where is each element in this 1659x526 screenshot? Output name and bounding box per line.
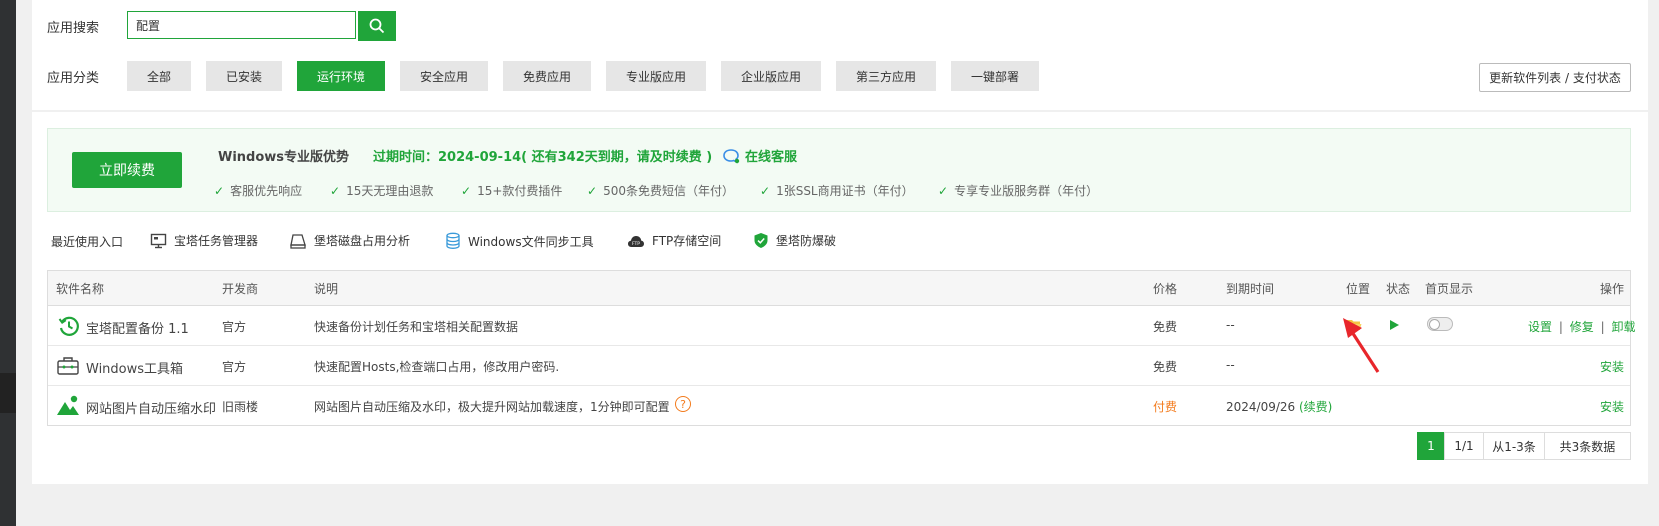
image-mountain-icon [57, 395, 79, 415]
check-icon: ✓ [461, 183, 472, 198]
header-home-display: 首页显示 [1425, 282, 1474, 296]
plugin-price: 免费 [1153, 320, 1178, 334]
search-input[interactable] [128, 12, 354, 38]
plugin-table: 软件名称 开发商 说明 价格 到期时间 位置 状态 首页显示 操作 宝塔配置备份… [47, 270, 1635, 426]
page-current[interactable]: 1 [1417, 432, 1445, 460]
ftp-cloud-icon: FTP [628, 235, 644, 247]
toggle-knob [1429, 319, 1440, 330]
check-icon: ✓ [760, 183, 771, 198]
recent-anti-brute[interactable]: 堡塔防爆破 [753, 232, 836, 249]
header-status: 状态 [1386, 282, 1411, 296]
shield-icon [754, 233, 768, 248]
promo-expire: 过期时间：2024-09-14( 还有342天到期，请及时续费 ) [373, 150, 713, 165]
expire-date: 2024/09/26 [1226, 400, 1296, 414]
check-icon: ✓ [587, 183, 598, 198]
search-field[interactable] [127, 11, 356, 39]
promo-title: Windows专业版优势 [218, 150, 350, 165]
plugin-desc: 快速备份计划任务和宝塔相关配置数据 [314, 320, 519, 334]
play-icon[interactable] [1388, 319, 1400, 331]
plugin-price: 免费 [1153, 360, 1178, 374]
action-separator: | [1558, 320, 1563, 334]
check-icon: ✓ [938, 183, 949, 198]
category-installed[interactable]: 已安装 [206, 61, 282, 91]
recent-file-sync[interactable]: Windows文件同步工具 [445, 232, 594, 250]
category-pro[interactable]: 专业版应用 [606, 61, 706, 91]
plugin-name[interactable]: 网站图片自动压缩水印 [86, 398, 216, 417]
monitor-icon [150, 233, 167, 248]
database-icon [446, 232, 460, 249]
plugin-vendor: 官方 [222, 320, 247, 334]
category-third-party[interactable]: 第三方应用 [836, 61, 936, 91]
help-icon[interactable]: ? [675, 396, 691, 412]
page-count: 1/1 [1444, 432, 1484, 460]
home-display-toggle[interactable] [1427, 317, 1453, 331]
recent-ftp-storage[interactable]: FTP FTP存储空间 [627, 232, 721, 249]
table-row: 网站图片自动压缩水印 旧雨楼 网站图片自动压缩及水印，极大提升网站加载速度，1分… [48, 386, 1630, 425]
plugin-vendor: 旧雨楼 [222, 400, 259, 414]
header-ops: 操作 [1600, 282, 1625, 296]
plugin-desc: 快速配置Hosts,检查端口占用，修改用户密码. [314, 360, 560, 374]
svg-text:FTP: FTP [632, 241, 640, 247]
backup-clock-icon [58, 316, 79, 336]
install-link[interactable]: 安装 [1600, 358, 1624, 375]
online-service-label: 在线客服 [745, 150, 798, 165]
check-icon: ✓ [330, 183, 341, 198]
recent-label: 最近使用入口 [51, 235, 124, 249]
update-list-button[interactable]: 更新软件列表 / 支付状态 [1479, 63, 1631, 92]
sidebar-strip [0, 0, 16, 526]
category-security[interactable]: 安全应用 [400, 61, 488, 91]
recent-task-manager[interactable]: 宝塔任务管理器 [150, 232, 258, 249]
promo-feature: ✓ 专享专业版服务群（年付） [938, 183, 1099, 199]
plugin-expire: -- [1226, 358, 1235, 372]
renew-link[interactable]: (续费) [1299, 400, 1332, 414]
plugin-name[interactable]: 宝塔配置备份 1.1 [86, 318, 189, 337]
plugin-vendor: 官方 [222, 360, 247, 374]
chat-icon [723, 148, 740, 164]
settings-link[interactable]: 设置 [1528, 320, 1552, 334]
plugin-name[interactable]: Windows工具箱 [86, 358, 183, 377]
header-desc: 说明 [314, 282, 339, 296]
category-runtime[interactable]: 运行环境 [297, 61, 385, 91]
plugin-expire: 2024/09/26 (续费) [1226, 398, 1332, 415]
table-header: 软件名称 开发商 说明 价格 到期时间 位置 状态 首页显示 操作 [48, 271, 1630, 306]
action-separator: | [1600, 320, 1605, 334]
table-row: 宝塔配置备份 1.1 官方 快速备份计划任务和宝塔相关配置数据 免费 -- 设置… [48, 306, 1635, 346]
search-icon [369, 18, 385, 34]
plugin-desc: 网站图片自动压缩及水印，极大提升网站加载速度，1分钟即可配置 [314, 400, 670, 414]
recent-disk-analysis[interactable]: 堡塔磁盘占用分析 [290, 232, 410, 249]
check-icon: ✓ [214, 183, 225, 198]
header-price: 价格 [1153, 282, 1178, 296]
uninstall-link[interactable]: 卸载 [1611, 320, 1635, 334]
page-range: 从1-3条 [1483, 432, 1545, 460]
header-vendor: 开发商 [222, 282, 259, 296]
category-all[interactable]: 全部 [127, 61, 191, 91]
disk-icon [290, 233, 306, 249]
row-actions: 设置 | 修复 | 卸载 [1528, 318, 1635, 335]
header-expire: 到期时间 [1226, 282, 1275, 296]
header-name: 软件名称 [56, 282, 105, 296]
repair-link[interactable]: 修复 [1570, 320, 1594, 334]
search-button[interactable] [358, 11, 396, 41]
category-free[interactable]: 免费应用 [503, 61, 591, 91]
promo-feature: ✓ 客服优先响应 [214, 183, 303, 199]
plugin-expire: -- [1226, 318, 1235, 332]
arrow-annotation-icon [1343, 318, 1380, 373]
promo-feature: ✓ 15天无理由退款 [330, 183, 434, 199]
header-location: 位置 [1346, 282, 1371, 296]
category-one-click[interactable]: 一键部署 [951, 61, 1039, 91]
page-total: 共3条数据 [1544, 432, 1631, 460]
promo-banner [47, 128, 1631, 212]
category-enterprise[interactable]: 企业版应用 [721, 61, 821, 91]
search-label: 应用搜索 [47, 21, 100, 36]
promo-feature: ✓ 500条免费短信（年付） [587, 183, 734, 199]
toolbox-icon [57, 357, 79, 375]
table-row: Windows工具箱 官方 快速配置Hosts,检查端口占用，修改用户密码. 免… [48, 346, 1630, 386]
install-link[interactable]: 安装 [1600, 398, 1624, 415]
renew-button[interactable]: 立即续费 [72, 152, 182, 188]
promo-feature: ✓ 15+款付费插件 [461, 183, 563, 199]
promo-feature: ✓ 1张SSL商用证书（年付） [760, 183, 914, 199]
online-service-link[interactable]: 在线客服 [722, 146, 797, 165]
category-label: 应用分类 [47, 71, 100, 86]
plugin-price: 付费 [1153, 400, 1178, 414]
